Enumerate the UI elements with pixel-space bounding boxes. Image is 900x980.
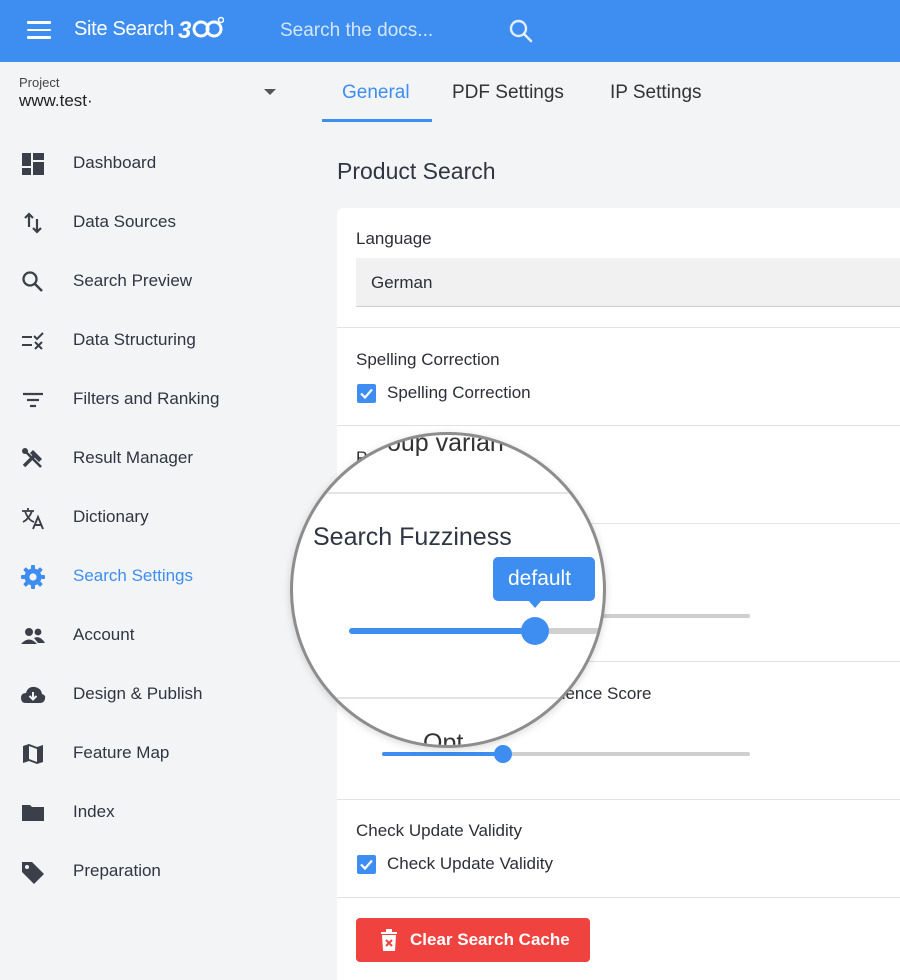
sidebar-item-design-publish[interactable]: Design & Publish (0, 671, 300, 719)
brand-name: Site Search (74, 18, 175, 40)
sidebar-item-dashboard[interactable]: Dashboard (0, 140, 300, 188)
checkbox-checked-icon (357, 384, 376, 403)
language-label: Language (356, 229, 432, 248)
update-validity-checkbox[interactable]: Check Update Validity (357, 854, 577, 876)
top-bar: Site Search 3 (0, 0, 900, 62)
menu-icon[interactable] (27, 21, 51, 39)
project-label: Project (19, 75, 60, 90)
caret-down-icon (264, 89, 276, 95)
active-tab-indicator (322, 119, 432, 122)
tab-ip-settings[interactable]: IP Settings (610, 62, 702, 122)
sidebar-item-index[interactable]: Index (0, 789, 300, 837)
search-icon[interactable] (508, 18, 534, 44)
language-select-value: German (371, 273, 433, 292)
fuzziness-slider-thumb[interactable] (521, 617, 549, 645)
sidebar-item-preparation[interactable]: Preparation (0, 848, 300, 896)
language-select[interactable]: German (356, 258, 900, 307)
swap-vertical-icon (24, 212, 42, 234)
gear-icon (21, 565, 45, 589)
sidebar-item-label: Index (73, 802, 115, 821)
update-validity-label: Check Update Validity (356, 821, 522, 840)
sidebar-item-search-preview[interactable]: Search Preview (0, 258, 300, 306)
filter-icon (23, 392, 43, 408)
sidebar-item-result-manager[interactable]: Result Manager (0, 435, 300, 483)
slider-thumb[interactable] (494, 745, 513, 763)
cloud-download-icon (21, 686, 46, 703)
dashboard-icon (22, 153, 44, 175)
sidebar-item-label: Account (73, 625, 135, 644)
translate-icon (22, 508, 44, 530)
sidebar-item-data-structuring[interactable]: Data Structuring (0, 317, 300, 365)
slider-value-tooltip: default (493, 557, 595, 601)
sidebar-item-label: Preparation (73, 861, 161, 880)
checkbox-label: Check Update Validity (387, 854, 553, 873)
fuzziness-slider-track-outside[interactable] (600, 604, 750, 628)
option-label-zoomed: Opt (423, 729, 464, 748)
sidebar-item-feature-map[interactable]: Feature Map (0, 730, 300, 778)
search-icon (22, 271, 43, 292)
tools-icon (22, 448, 42, 468)
sidebar-item-filters-ranking[interactable]: Filters and Ranking (0, 376, 300, 424)
map-icon (23, 744, 43, 764)
divider (337, 799, 900, 800)
tab-general[interactable]: General (342, 62, 410, 122)
page-title: Product Search (337, 158, 496, 184)
sidebar-item-label: Feature Map (73, 743, 170, 762)
sidebar-item-label: Result Manager (73, 448, 194, 467)
group-variants-label-zoomed: oup varian (387, 432, 504, 457)
sidebar-item-label: Data Sources (73, 212, 176, 231)
trash-x-icon (381, 929, 397, 951)
sidebar-item-label: Design & Publish (73, 684, 203, 703)
clear-search-cache-button[interactable]: Clear Search Cache (356, 918, 590, 962)
divider (337, 327, 900, 328)
people-icon (21, 628, 45, 644)
sidebar-item-label: Dictionary (73, 507, 149, 526)
folder-icon (22, 805, 44, 821)
spelling-correction-label: Spelling Correction (356, 350, 500, 369)
tag-icon (22, 862, 44, 884)
clear-search-cache-label: Clear Search Cache (410, 930, 570, 949)
checkbox-label: Spelling Correction (387, 383, 531, 402)
tooltip-text: default (508, 567, 572, 590)
divider (293, 492, 603, 494)
rule-icon (22, 332, 44, 350)
checkbox-checked-icon (357, 855, 376, 874)
search-input[interactable] (280, 16, 495, 46)
tab-pdf-settings[interactable]: PDF Settings (452, 62, 564, 122)
brand-360-logo: 3 (178, 16, 224, 42)
sidebar-item-label: Filters and Ranking (73, 389, 220, 408)
sidebar-item-account[interactable]: Account (0, 612, 300, 660)
spelling-correction-checkbox[interactable]: Spelling Correction (357, 383, 557, 405)
fuzziness-slider-fill (349, 628, 535, 634)
project-value: www.test· (19, 91, 93, 110)
search-fuzziness-label: Search Fuzziness (313, 523, 512, 551)
divider (337, 425, 900, 426)
tooltip-arrow (528, 600, 542, 608)
svg-text:3: 3 (178, 17, 192, 42)
divider (293, 697, 603, 699)
sidebar-item-label: Search Preview (73, 271, 193, 290)
project-selector[interactable]: Project www.test· (19, 73, 289, 115)
sidebar-item-data-sources[interactable]: Data Sources (0, 199, 300, 247)
sidebar-item-dictionary[interactable]: Dictionary (0, 494, 300, 542)
sidebar-item-label: Search Settings (73, 566, 194, 585)
sidebar-item-label: Dashboard (73, 153, 157, 172)
sidebar-item-label: Data Structuring (73, 330, 196, 349)
magnifier-lens: oup varian Search Fuzziness default Opt (290, 432, 606, 748)
divider (337, 897, 900, 898)
sidebar-item-search-settings[interactable]: Search Settings (0, 553, 300, 601)
